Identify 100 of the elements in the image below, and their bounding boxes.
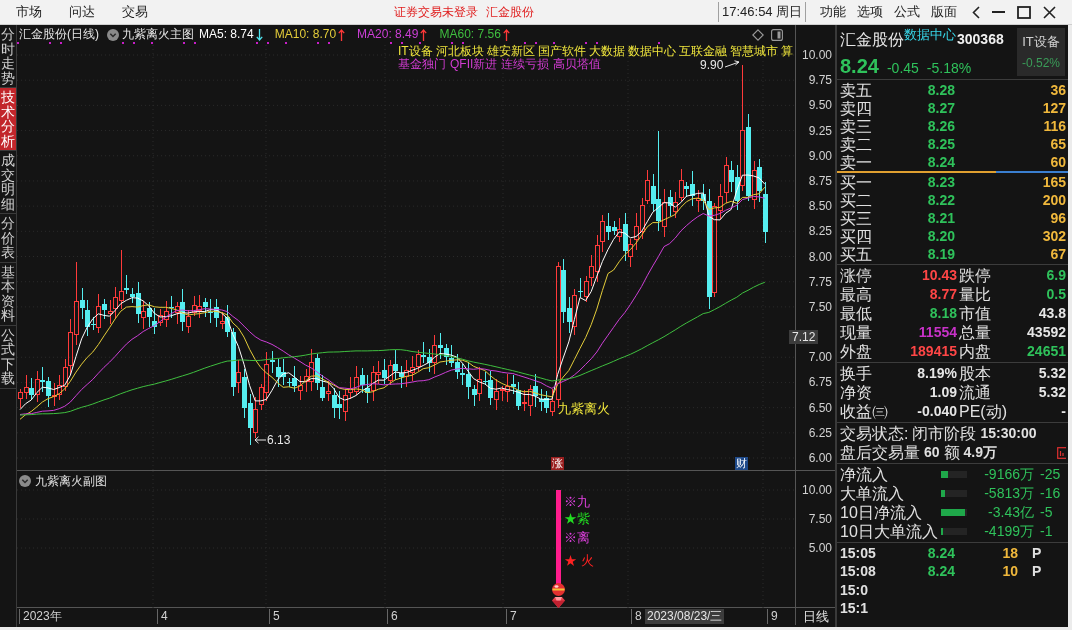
order-price: 8.24 (926, 152, 955, 172)
stat-label: 收益㈢ (840, 402, 888, 421)
price-tick: 10.00 (801, 48, 832, 62)
trade-time: 15:08 (840, 562, 877, 582)
date-label: 4 (157, 609, 168, 624)
stat-value: 10.43 (920, 266, 957, 285)
after-hours-amount: 4.9万 (963, 443, 998, 462)
order-price: 8.27 (926, 98, 955, 118)
side-tab[interactable]: 基本资料 (0, 262, 16, 326)
status-time: 15:30:00 (980, 424, 1037, 443)
indicator-name[interactable]: 九紫离火主图 (122, 27, 194, 42)
order-volume: 65 (1049, 134, 1066, 154)
chart-title: 汇金股份(日线) (19, 27, 99, 42)
date-label: 5 (269, 609, 280, 624)
stat-value: 6.9 (1045, 266, 1066, 285)
concept-tag: 河北板块 (435, 45, 484, 58)
side-tab[interactable]: 技术分析 (0, 88, 16, 151)
moving-average-value: MA10: 8.70 (274, 27, 337, 42)
price-tick: 9.75 (808, 73, 832, 88)
clock: 17:46:54 周日 (722, 3, 803, 22)
chevron-down-icon[interactable] (19, 475, 31, 487)
date-label: 9 (767, 609, 778, 624)
order-level-label: 买三 (840, 208, 872, 228)
stock-tag: QFII新进 (450, 58, 498, 71)
event-badge[interactable]: 财 (735, 457, 748, 470)
order-price: 8.25 (926, 134, 955, 154)
order-volume: 36 (1049, 80, 1066, 100)
side-tab[interactable]: 分价表 (0, 214, 16, 263)
stock-tag: 高贝塔值 (553, 58, 602, 71)
high-price-label: 9.90 (700, 58, 724, 72)
stat-value: 11554 (917, 323, 957, 342)
menu-item[interactable]: 版面 (931, 4, 958, 20)
order-price: 8.26 (926, 116, 955, 136)
order-level-label: 卖三 (840, 116, 872, 136)
order-price: 8.20 (926, 226, 955, 246)
menu-item[interactable]: 功能 (820, 4, 847, 20)
stat-label: 最高 (840, 285, 872, 304)
minimize-icon[interactable] (992, 11, 1006, 13)
chevron-down-icon[interactable] (107, 28, 119, 41)
period-selector[interactable]: 日线 (802, 609, 829, 624)
stock-tag: 连续亏损 (501, 58, 550, 71)
menu-item[interactable]: 选项 (857, 4, 884, 20)
last-price: 8.24 (840, 55, 879, 77)
side-tab[interactable]: 分时走势 (0, 25, 16, 88)
side-tab[interactable]: 成交明细 (0, 151, 16, 214)
signal-marker: ※九 (564, 494, 590, 509)
percent-change: -5.18% (926, 59, 972, 78)
concept-tag: 智慧城市 (729, 45, 778, 58)
side-tab[interactable]: 公式下载 (0, 325, 16, 389)
date-label: 8 (631, 609, 642, 624)
sub-chart-title[interactable]: 九紫离火副图 (35, 472, 107, 490)
order-price: 8.19 (926, 244, 955, 264)
order-volume: 302 (1041, 226, 1066, 246)
sector-name: IT设备 (1022, 34, 1060, 49)
maximize-icon[interactable] (1017, 5, 1032, 19)
price-tick: 9.50 (808, 98, 832, 113)
concept-tag: 算 (780, 45, 793, 58)
trade-volume: 18 (1001, 543, 1018, 563)
moving-average-value: MA5: 8.74 (199, 27, 254, 42)
order-price: 8.21 (926, 208, 955, 228)
concept-tag: 国产软件 (537, 45, 586, 58)
order-level-label: 卖四 (840, 98, 872, 118)
chevron-left-icon[interactable] (972, 5, 981, 19)
flow-label: 10日净流入 (840, 503, 923, 522)
trade-side: P (1032, 562, 1042, 582)
stock-code: 300368 (957, 30, 1004, 49)
diamond-icon[interactable] (752, 29, 764, 41)
signal-label: 九紫离火 (558, 401, 610, 416)
order-level-label: 买二 (840, 190, 872, 210)
close-icon[interactable] (1043, 5, 1057, 19)
order-volume: 67 (1049, 244, 1066, 264)
flow-amount: -5813万 (983, 484, 1034, 503)
stat-label: 股本 (959, 364, 991, 383)
signal-marker: ★紫 (564, 511, 590, 526)
price-tick: 7.00 (808, 350, 832, 365)
concept-tag: 大数据 (588, 45, 625, 58)
event-badge[interactable]: 涨 (551, 457, 564, 470)
menu-item[interactable]: 问达 (69, 4, 95, 20)
split-square-icon[interactable] (771, 29, 783, 41)
stat-label: 最低 (840, 304, 872, 323)
order-volume: 60 (1049, 152, 1066, 172)
trade-price: 8.24 (926, 562, 955, 582)
stat-value: 43592 (1026, 323, 1066, 342)
sector-box[interactable]: IT设备 -0.52% (1017, 28, 1065, 76)
stat-label: 跌停 (959, 266, 991, 285)
stat-label: 涨停 (840, 266, 872, 285)
menu-item[interactable]: 交易 (122, 4, 148, 20)
trade-time: 15:0 (840, 580, 870, 600)
price-tick: 7.50 (808, 299, 832, 314)
trade-volume: 10 (1001, 562, 1018, 582)
price-tick: 6.50 (808, 400, 832, 415)
flow-label: 大单流入 (840, 484, 905, 503)
price-tick: 8.75 (808, 173, 832, 188)
chart-icon[interactable] (1057, 446, 1066, 459)
login-notice[interactable]: 证券交易未登录 (394, 3, 478, 21)
price-tick: 8.25 (808, 224, 832, 239)
menu-item[interactable]: 公式 (894, 4, 921, 20)
menu-item[interactable]: 市场 (16, 4, 42, 20)
trade-side: P (1032, 543, 1042, 563)
price-tick: 7.75 (808, 274, 832, 289)
